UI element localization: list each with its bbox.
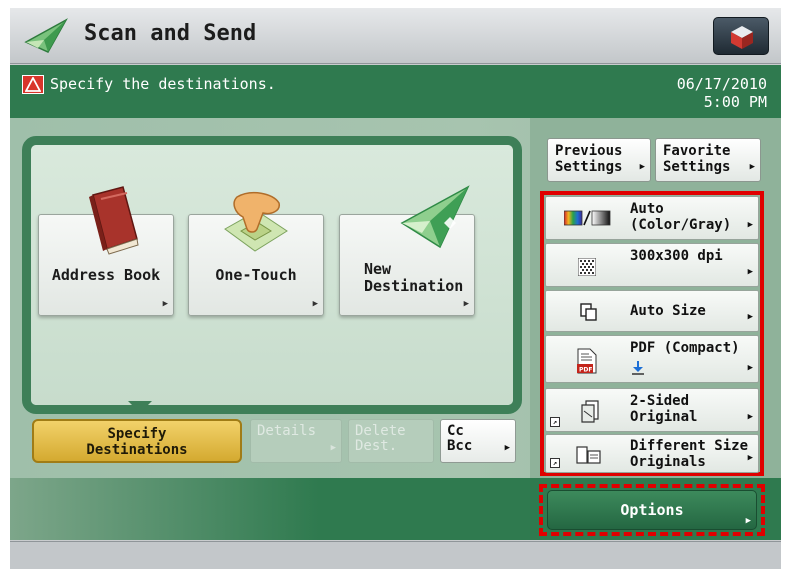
different-size-originals-label: Different Size Originals bbox=[630, 438, 749, 470]
one-touch-label: One-Touch bbox=[215, 266, 297, 284]
chevron-right-icon: ▶ bbox=[747, 363, 753, 373]
footer-bar bbox=[10, 541, 781, 569]
shortcut-corner-icon: ↗ bbox=[550, 458, 560, 468]
color-mode-setting[interactable]: Auto (Color/Gray) ▶ bbox=[545, 196, 759, 240]
chevron-right-icon: ▶ bbox=[747, 453, 753, 463]
scan-size-setting[interactable]: Auto Size ▶ bbox=[545, 290, 759, 332]
different-size-originals-icon bbox=[576, 445, 602, 469]
new-destination-label: New Destination bbox=[364, 260, 464, 295]
chevron-right-icon: ▶ bbox=[747, 267, 753, 277]
chevron-right-icon: ▶ bbox=[330, 443, 336, 453]
chevron-right-icon: ▶ bbox=[749, 162, 755, 172]
compact-download-icon bbox=[630, 360, 646, 380]
title-bar: Scan and Send bbox=[10, 8, 781, 64]
chevron-right-icon: ▶ bbox=[747, 312, 753, 322]
chevron-right-icon: ▶ bbox=[747, 412, 753, 422]
chevron-right-icon: ▶ bbox=[745, 516, 751, 526]
auto-size-icon bbox=[580, 303, 598, 325]
svg-text:PDF: PDF bbox=[579, 367, 592, 374]
chevron-right-icon: ▶ bbox=[639, 162, 645, 172]
chevron-right-icon: ▶ bbox=[162, 299, 168, 309]
address-book-button[interactable]: Address Book ▶ bbox=[38, 186, 174, 316]
panel-pointer bbox=[128, 401, 152, 413]
send-plane-icon bbox=[24, 18, 68, 56]
scan-size-label: Auto Size bbox=[630, 303, 706, 319]
scan-and-send-screen: Scan and Send Specify the destinations. … bbox=[10, 8, 781, 569]
chevron-right-icon: ▶ bbox=[747, 220, 753, 230]
hand-press-icon bbox=[217, 189, 293, 259]
paper-plane-icon bbox=[400, 185, 470, 257]
different-size-originals-setting[interactable]: ↗ Different Size Originals ▶ bbox=[545, 434, 759, 473]
shortcut-corner-icon: ↗ bbox=[550, 417, 560, 427]
counter-check-button[interactable] bbox=[713, 17, 769, 55]
cc-bcc-button[interactable]: Cc Bcc ▶ bbox=[440, 419, 516, 463]
address-book-label: Address Book bbox=[51, 266, 161, 284]
color-mode-label: Auto (Color/Gray) bbox=[630, 201, 732, 233]
status-message: Specify the destinations. bbox=[50, 75, 276, 93]
options-button[interactable]: Options ▶ bbox=[547, 490, 757, 530]
new-destination-button[interactable]: New Destination ▶ bbox=[339, 185, 475, 316]
resolution-label: 300x300 dpi bbox=[630, 248, 723, 264]
status-bar: Specify the destinations. 06/17/2010 5:0… bbox=[10, 65, 781, 118]
previous-settings-button[interactable]: Previous Settings ▶ bbox=[547, 138, 651, 182]
warning-icon bbox=[22, 75, 44, 94]
file-format-setting[interactable]: PDF PDF (Compact) ▶ bbox=[545, 335, 759, 383]
main-area: Address Book ▶ One-Touch ▶ New Destinati… bbox=[10, 118, 781, 540]
book-icon bbox=[83, 185, 141, 259]
file-format-label: PDF (Compact) bbox=[630, 340, 740, 356]
chevron-right-icon: ▶ bbox=[463, 299, 469, 309]
favorite-settings-button[interactable]: Favorite Settings ▶ bbox=[655, 138, 761, 182]
specify-destinations-tab[interactable]: Specify Destinations bbox=[32, 419, 242, 463]
details-button[interactable]: Details ▶ bbox=[250, 419, 342, 463]
color-gray-icon bbox=[563, 209, 612, 231]
chevron-right-icon: ▶ bbox=[504, 443, 510, 453]
page-title: Scan and Send bbox=[84, 21, 257, 46]
pdf-file-icon: PDF bbox=[576, 348, 598, 378]
resolution-setting[interactable]: 300x300 dpi ▶ bbox=[545, 243, 759, 287]
status-time: 5:00 PM bbox=[703, 93, 767, 111]
two-sided-original-icon bbox=[580, 399, 600, 427]
two-sided-original-setting[interactable]: ↗ 2-Sided Original ▶ bbox=[545, 388, 759, 432]
delete-destination-button[interactable]: Delete Dest. bbox=[348, 419, 434, 463]
chevron-right-icon: ▶ bbox=[312, 299, 318, 309]
two-sided-original-label: 2-Sided Original bbox=[630, 393, 698, 425]
status-date: 06/17/2010 bbox=[676, 75, 767, 93]
one-touch-button[interactable]: One-Touch ▶ bbox=[188, 191, 324, 316]
dot-pattern-icon bbox=[577, 257, 597, 280]
status-datetime: 06/17/2010 5:00 PM bbox=[677, 75, 767, 111]
